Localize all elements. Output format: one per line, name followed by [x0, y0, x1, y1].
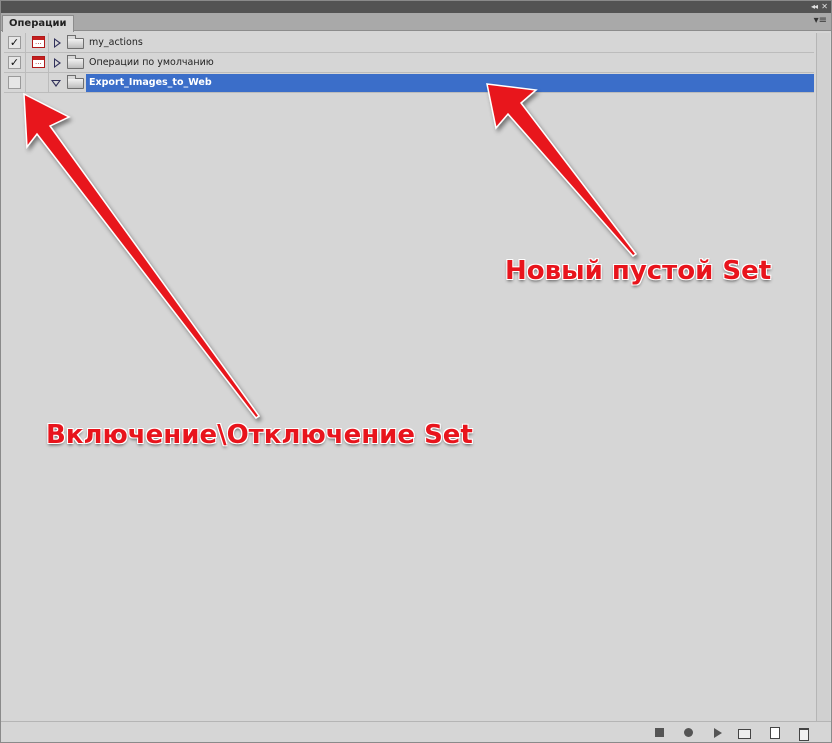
action-set-row[interactable]: ✓ Операции по умолчанию	[4, 53, 814, 73]
folder-icon	[67, 55, 84, 69]
folder-icon	[67, 35, 84, 49]
folder-icon	[67, 75, 84, 89]
tab-actions[interactable]: Операции	[2, 15, 74, 32]
play-icon[interactable]	[711, 726, 724, 739]
new-action-icon[interactable]	[768, 726, 781, 739]
annotation-toggle-set: Включение\Отключение Set	[46, 420, 473, 450]
panel-toolbar	[1, 721, 831, 742]
actions-list: ✓ my_actions ✓ Операции по умолчанию	[4, 33, 814, 93]
close-icon[interactable]: ✕	[821, 2, 828, 12]
action-set-row[interactable]: ✓ my_actions	[4, 33, 814, 53]
collapse-icon[interactable]: ◂◂	[811, 2, 818, 12]
set-enabled-checkbox[interactable]: ✓	[8, 56, 21, 69]
annotation-new-set: Новый пустой Set	[505, 256, 772, 286]
set-label[interactable]: Export_Images_to_Web	[89, 73, 212, 93]
set-enabled-checkbox[interactable]: ✓	[8, 36, 21, 49]
set-label: Операции по умолчанию	[89, 57, 214, 68]
toggle-cell: ✓	[4, 53, 26, 73]
set-enabled-checkbox[interactable]	[8, 76, 21, 89]
set-label: my_actions	[89, 37, 143, 48]
actions-panel: ◂◂ ✕ Операции ▾≡ ✓ my_actions ✓	[0, 0, 832, 743]
expand-triangle-icon[interactable]	[54, 38, 61, 48]
panel-tab-row: Операции ▾≡	[1, 13, 831, 32]
action-set-row-selected[interactable]: Export_Images_to_Web	[4, 73, 814, 93]
vertical-scrollbar[interactable]	[816, 33, 830, 721]
toggle-cell	[4, 73, 26, 93]
trash-icon[interactable]	[797, 726, 810, 741]
toggle-cell: ✓	[4, 33, 26, 53]
stop-icon[interactable]	[653, 726, 666, 739]
dialog-cell	[27, 73, 49, 93]
collapse-triangle-icon[interactable]	[51, 80, 61, 87]
dialog-cell	[27, 33, 49, 53]
dialog-cell	[27, 53, 49, 73]
dialog-toggle-icon[interactable]	[32, 36, 45, 48]
dialog-toggle-icon[interactable]	[32, 56, 45, 68]
panel-menu-icon[interactable]: ▾≡	[814, 16, 827, 26]
panel-titlebar: ◂◂ ✕	[1, 1, 831, 13]
new-set-icon[interactable]	[737, 726, 751, 739]
record-icon[interactable]	[682, 726, 695, 739]
expand-triangle-icon[interactable]	[54, 58, 61, 68]
